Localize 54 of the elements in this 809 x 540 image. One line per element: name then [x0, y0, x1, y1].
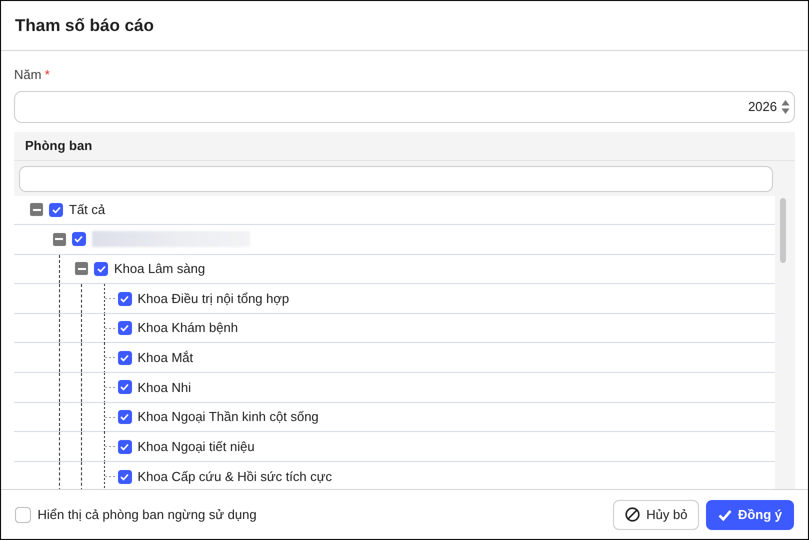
check-icon — [120, 412, 129, 421]
checkbox[interactable] — [118, 410, 132, 424]
collapse-icon[interactable] — [52, 232, 66, 246]
search-field[interactable] — [19, 166, 773, 192]
field-label: Năm — [14, 66, 42, 84]
checkbox-label: Hiển thị cả phòng ban ngừng sử dụng — [38, 506, 257, 524]
checkbox[interactable] — [118, 292, 132, 306]
checkbox[interactable] — [49, 202, 63, 217]
check-icon — [120, 383, 129, 392]
cancel-button[interactable]: Hủy bỏ — [613, 500, 700, 530]
check-icon — [120, 442, 129, 451]
panel-title: Phòng ban — [25, 136, 92, 155]
tree-item-label[interactable]: Khoa Điều trị nội tổng hợp — [138, 288, 290, 308]
checkbox[interactable] — [118, 470, 132, 484]
collapse-icon[interactable] — [75, 262, 88, 276]
tree-item-label[interactable]: Khoa Ngoại Thần kinh cột sống — [138, 407, 319, 427]
checkbox[interactable] — [118, 380, 132, 394]
check-icon — [718, 508, 732, 520]
tree-connector — [104, 343, 116, 372]
tree-item-label[interactable]: Khoa Khám bệnh — [138, 318, 238, 338]
scrollbar-thumb[interactable] — [780, 198, 786, 262]
check-icon — [74, 235, 83, 244]
tree-connector — [104, 402, 116, 432]
tree-item-label[interactable]: Tất cả — [69, 200, 106, 220]
year-input[interactable]: 2026 — [14, 90, 795, 122]
required-mark: * — [44, 66, 50, 84]
tree-item-label[interactable]: Khoa Cấp cứu & Hồi sức tích cực — [138, 466, 332, 486]
check-icon — [120, 472, 129, 481]
confirm-button[interactable]: Đồng ý — [706, 500, 794, 530]
checkbox[interactable] — [118, 440, 132, 454]
tree-item-label[interactable]: Khoa Lâm sàng — [114, 259, 206, 279]
dialog-title: Tham số báo cáo — [15, 14, 154, 37]
tree-connector — [104, 432, 116, 462]
checkbox[interactable] — [72, 232, 86, 246]
check-icon — [120, 294, 129, 303]
check-icon — [52, 206, 60, 214]
check-icon — [120, 324, 129, 332]
tree-connector — [104, 373, 116, 402]
collapse-icon[interactable] — [30, 203, 43, 216]
check-icon — [120, 354, 129, 362]
tree-item-label[interactable]: Khoa Ngoại tiết niệu — [138, 436, 255, 456]
tree-item-label[interactable]: Khoa Nhi — [138, 378, 191, 398]
prohibited-icon — [625, 507, 640, 522]
checkbox[interactable] — [15, 506, 31, 522]
spinner-icon[interactable] — [781, 98, 790, 114]
tree-item-label[interactable]: Khoa Mắt — [138, 348, 194, 368]
check-icon — [96, 264, 106, 273]
tree-connector — [104, 284, 116, 314]
checkbox[interactable] — [94, 262, 108, 276]
checkbox[interactable] — [118, 350, 132, 365]
checkbox[interactable] — [118, 321, 132, 336]
scrollbar[interactable] — [775, 196, 795, 489]
tree-connector — [104, 462, 116, 489]
tree-connector — [104, 314, 116, 343]
